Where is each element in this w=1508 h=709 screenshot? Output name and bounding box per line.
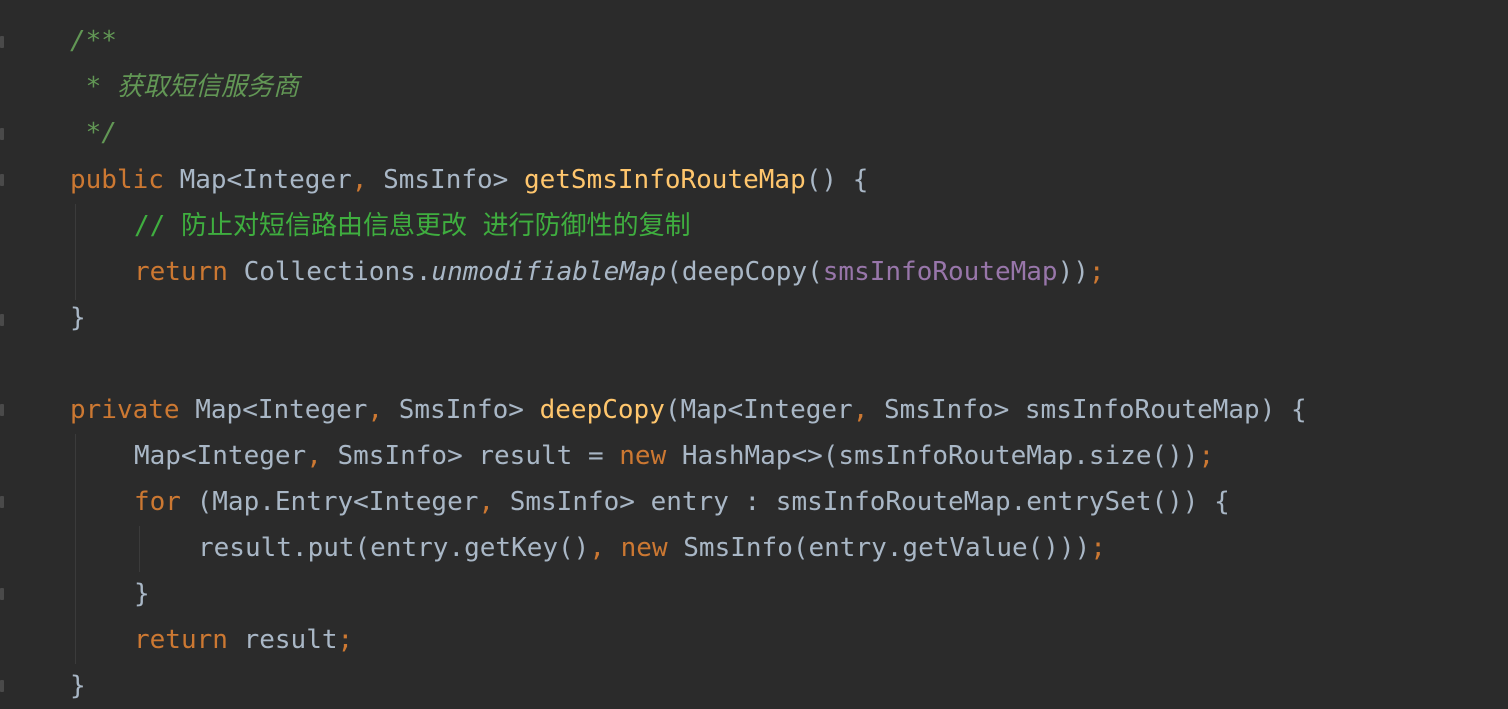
line-comment-text: // 防止对短信路由信息更改 进行防御性的复制 (134, 211, 691, 241)
code-token: SmsInfo> (367, 165, 524, 195)
punctuation-token: ; (1198, 441, 1215, 471)
keyword-token: return (134, 625, 228, 655)
fold-marker-icon[interactable] (0, 36, 4, 48)
method-name-token: getSmsInfoRouteMap (523, 165, 806, 195)
keyword-token: new (619, 441, 667, 471)
keyword-token: for (134, 487, 181, 517)
keyword-token: new (620, 533, 668, 563)
code-line[interactable]: return result; (70, 617, 353, 663)
punctuation-token: , (367, 395, 384, 425)
punctuation-token: , (306, 441, 322, 471)
fold-marker-icon[interactable] (0, 128, 4, 140)
code-token: SmsInfo> result = (321, 441, 620, 471)
fold-marker-icon[interactable] (0, 680, 4, 692)
static-call-token: unmodifiableMap (431, 257, 667, 287)
code-token: SmsInfo(entry.getValue())) (667, 533, 1091, 563)
code-line[interactable]: */ (70, 110, 117, 156)
code-token: () { (805, 165, 869, 195)
code-token: } (134, 579, 150, 609)
fold-marker-icon[interactable] (0, 496, 4, 508)
code-token: result (227, 625, 338, 655)
code-token: } (70, 671, 86, 701)
fold-marker-icon[interactable] (0, 174, 4, 186)
code-line[interactable]: return Collections.unmodifiableMap(deepC… (70, 249, 1105, 295)
code-token: Collections. (227, 257, 432, 287)
fold-marker-icon[interactable] (0, 588, 4, 600)
field-token: smsInfoRouteMap (822, 257, 1058, 287)
code-token: Map<Integer (179, 395, 368, 425)
code-line[interactable]: for (Map.Entry<Integer, SmsInfo> entry :… (70, 479, 1230, 525)
code-line[interactable]: public Map<Integer, SmsInfo> getSmsInfoR… (70, 157, 868, 203)
code-token: )) (1057, 257, 1089, 287)
code-token: result.put(entry.getKey() (198, 533, 590, 563)
doc-comment-text: /** (70, 26, 117, 56)
code-line[interactable]: } (70, 663, 86, 709)
punctuation-token: , (478, 487, 495, 517)
code-token: (deepCopy( (666, 257, 823, 287)
doc-comment-text: */ (70, 118, 117, 148)
punctuation-token: , (351, 165, 368, 195)
method-name-token: deepCopy (539, 395, 665, 425)
fold-marker-icon[interactable] (0, 314, 4, 326)
fold-marker-icon[interactable] (0, 404, 4, 416)
code-token: Map<Integer (163, 165, 352, 195)
code-token: } (70, 303, 86, 333)
doc-comment-text: * 获取短信服务商 (70, 72, 299, 102)
code-token: SmsInfo> (383, 395, 540, 425)
code-token: Map<Integer (134, 441, 307, 471)
code-token: (Map.Entry<Integer (180, 487, 479, 517)
punctuation-token: ; (1088, 257, 1105, 287)
code-line[interactable]: * 获取短信服务商 (70, 64, 299, 110)
code-token: SmsInfo> smsInfoRouteMap) { (868, 395, 1307, 425)
code-line[interactable]: /** (70, 18, 117, 64)
keyword-token: private (70, 395, 180, 425)
punctuation-token: , (589, 533, 605, 563)
keyword-token: public (70, 165, 164, 195)
code-token: (Map<Integer (664, 395, 853, 425)
punctuation-token: , (852, 395, 869, 425)
keyword-token: return (134, 257, 228, 287)
code-line[interactable]: result.put(entry.getKey(), new SmsInfo(e… (70, 525, 1106, 571)
code-token: SmsInfo> entry : smsInfoRouteMap.entrySe… (494, 487, 1230, 517)
code-line[interactable]: private Map<Integer, SmsInfo> deepCopy(M… (70, 387, 1307, 433)
punctuation-token: ; (1090, 533, 1106, 563)
code-line[interactable]: } (70, 295, 86, 341)
code-line[interactable]: Map<Integer, SmsInfo> result = new HashM… (70, 433, 1214, 479)
code-line[interactable]: // 防止对短信路由信息更改 进行防御性的复制 (70, 203, 691, 249)
code-token: HashMap<>(smsInfoRouteMap.size()) (666, 441, 1199, 471)
punctuation-token: ; (337, 625, 354, 655)
code-line[interactable]: } (70, 571, 150, 617)
